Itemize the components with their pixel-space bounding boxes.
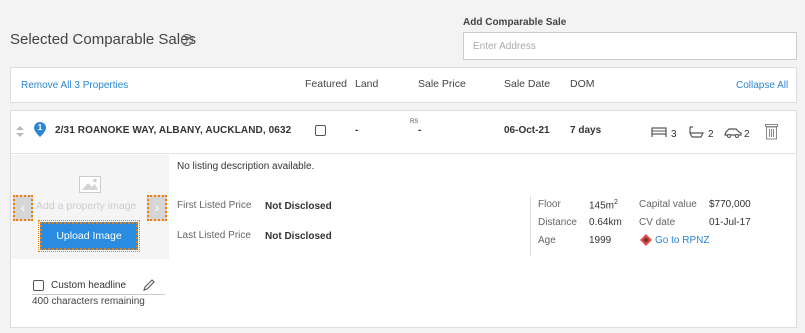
details-divider bbox=[530, 196, 531, 256]
add-sale-label: Add Comparable Sale bbox=[463, 17, 567, 28]
distance-value: 0.64km bbox=[589, 217, 622, 228]
cv-date-label: CV date bbox=[639, 217, 676, 228]
age-label: Age bbox=[538, 235, 556, 246]
bath-icon bbox=[689, 126, 704, 138]
age-value: 1999 bbox=[589, 235, 612, 246]
characters-remaining: 400 characters remaining bbox=[32, 296, 145, 307]
remove-all-link[interactable]: Remove All 3 Properties bbox=[21, 80, 128, 91]
distance-label: Distance bbox=[538, 217, 577, 228]
floor-value: 145m2 bbox=[589, 199, 618, 212]
column-featured: Featured bbox=[305, 78, 348, 90]
add-image-text: Add a property image bbox=[36, 200, 137, 212]
capital-value-label: Capital value bbox=[639, 199, 697, 210]
column-land: Land bbox=[355, 78, 379, 90]
rpnz-link[interactable]: Go to RPNZ bbox=[655, 235, 709, 246]
last-listed-value: Not Disclosed bbox=[265, 231, 332, 242]
column-sale-date: Sale Date bbox=[504, 78, 551, 90]
first-listed-value: Not Disclosed bbox=[265, 201, 332, 212]
rpnz-logo-icon bbox=[640, 234, 652, 246]
property-address[interactable]: 2/31 ROANOKE WAY, ALBANY, AUCKLAND, 0632 bbox=[55, 125, 291, 136]
custom-headline-label: Custom headline bbox=[51, 280, 127, 291]
land-value: - bbox=[355, 125, 359, 136]
bed-icon bbox=[651, 127, 667, 137]
add-sale-address-input[interactable] bbox=[463, 32, 797, 60]
column-sale-price: Sale Price bbox=[418, 78, 466, 90]
car-icon bbox=[724, 128, 742, 138]
help-icon[interactable]: ? bbox=[181, 34, 193, 46]
capital-value: $770,000 bbox=[709, 199, 751, 210]
bathrooms-count: 2 bbox=[708, 129, 714, 140]
car-parks-count: 2 bbox=[744, 129, 750, 140]
dom-value: 7 days bbox=[570, 125, 602, 136]
sale-price-value: - bbox=[418, 125, 422, 136]
last-listed-label: Last Listed Price bbox=[177, 230, 251, 241]
featured-checkbox[interactable] bbox=[315, 125, 326, 136]
collapse-all-link[interactable]: Collapse All bbox=[736, 80, 788, 91]
image-icon bbox=[79, 176, 101, 193]
bedrooms-count: 3 bbox=[671, 129, 677, 140]
cv-date-value: 01-Jul-17 bbox=[709, 217, 751, 228]
map-pin-icon: 1 bbox=[34, 122, 46, 137]
drag-handle-icon[interactable] bbox=[16, 126, 24, 138]
column-dom: DOM bbox=[570, 78, 595, 90]
trash-icon[interactable] bbox=[765, 124, 778, 140]
prev-image-button[interactable]: ‹ bbox=[13, 195, 33, 221]
floor-label: Floor bbox=[538, 199, 561, 210]
listing-description: No listing description available. bbox=[177, 161, 315, 172]
sale-date-value: 06-Oct-21 bbox=[504, 125, 550, 136]
pin-number: 1 bbox=[37, 123, 43, 132]
pencil-icon[interactable] bbox=[142, 278, 156, 292]
next-image-button[interactable]: › bbox=[147, 195, 167, 221]
upload-image-button[interactable]: Upload Image bbox=[38, 220, 140, 252]
first-listed-label: First Listed Price bbox=[177, 200, 252, 211]
headline-underline bbox=[32, 294, 165, 295]
page-title: Selected Comparable Sales bbox=[10, 31, 196, 48]
custom-headline-checkbox[interactable] bbox=[33, 280, 44, 291]
